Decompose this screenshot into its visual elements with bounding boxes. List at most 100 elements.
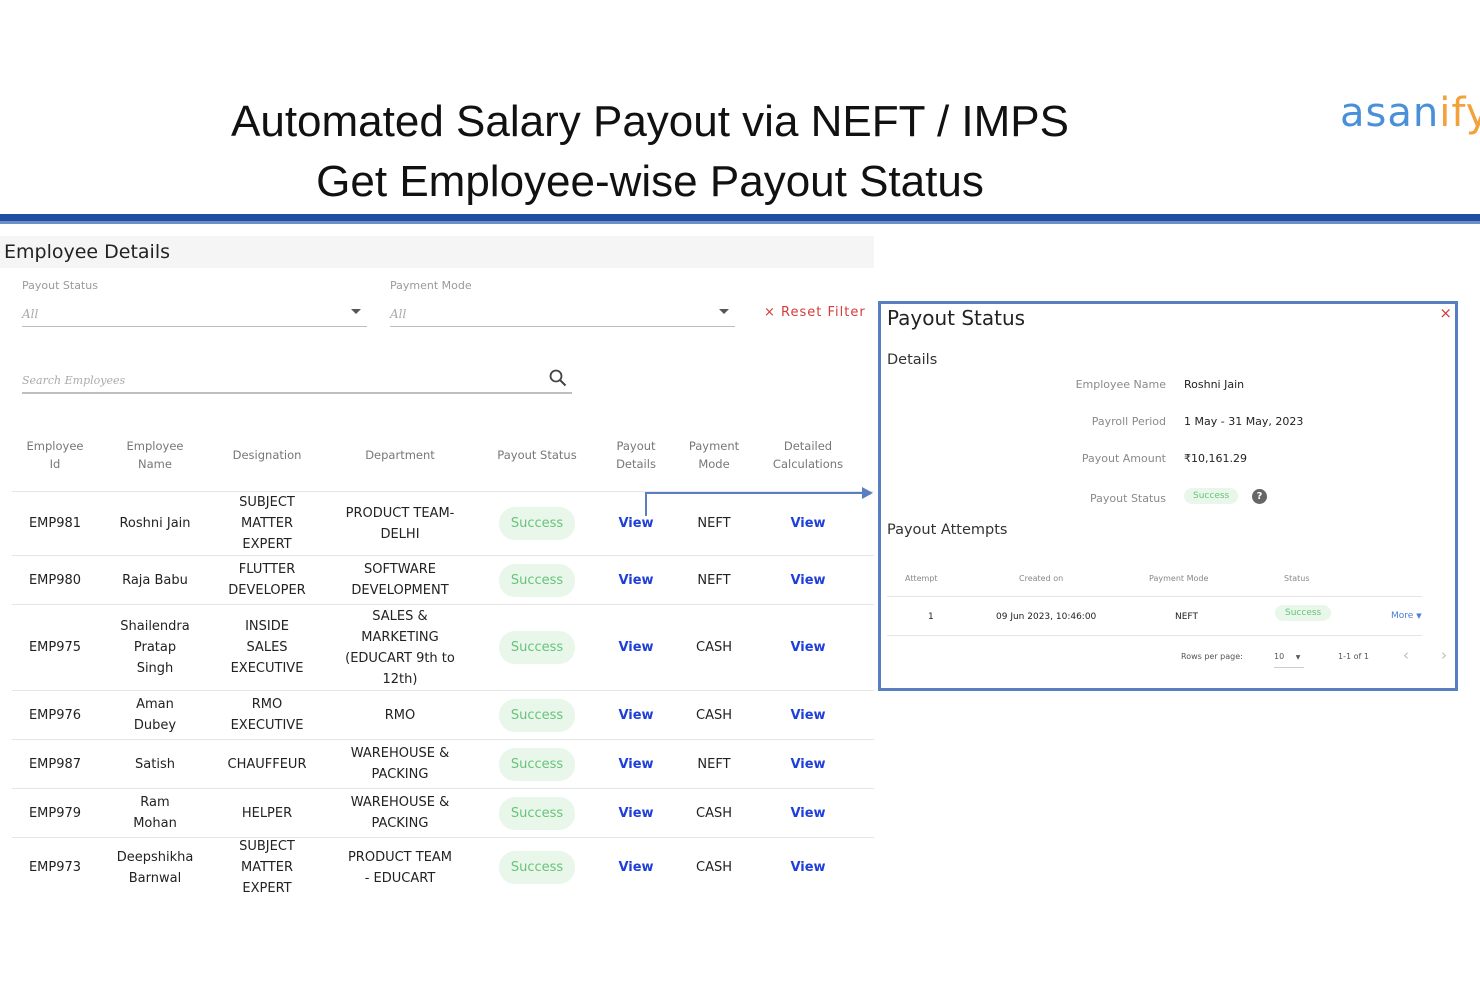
cell-status: Success	[487, 492, 587, 555]
help-icon[interactable]: ?	[1252, 489, 1267, 504]
column-header[interactable]: Employee Id	[15, 428, 95, 482]
cell-text: NEFT	[697, 572, 731, 588]
detail-value: ₹10,161.29	[1184, 452, 1247, 465]
close-icon[interactable]: ×	[1439, 304, 1452, 322]
view-calculations-link[interactable]: View	[790, 803, 825, 824]
cell-name: Aman Dubey	[105, 691, 205, 739]
table-row[interactable]: EMP975 Shailendra Pratap Singh INSIDE SALE…	[12, 604, 874, 690]
detail-value: 1 May - 31 May, 2023	[1184, 415, 1304, 428]
dialog-title: Payout Status	[887, 306, 1026, 330]
view-payout-details-link[interactable]: View	[618, 705, 653, 726]
cell-name: Shailendra Pratap Singh	[105, 605, 205, 690]
cell-details: View	[601, 492, 671, 555]
slide-title-line-1: Automated Salary Payout via NEFT / IMPS	[231, 97, 1069, 146]
cell-id: EMP987	[15, 740, 95, 788]
cell-calc: View	[758, 789, 858, 837]
payout-status-filter-label: Payout Status	[22, 279, 98, 292]
cell-department: RMO	[330, 691, 470, 739]
view-calculations-link[interactable]: View	[790, 513, 825, 534]
cell-details: View	[601, 691, 671, 739]
cell-status: Success	[487, 789, 587, 837]
detail-value: Roshni Jain	[1184, 378, 1245, 391]
column-header[interactable]: Payout Details	[601, 428, 671, 482]
view-calculations-link[interactable]: View	[790, 857, 825, 878]
asanify-logo: asanify	[1340, 90, 1480, 136]
cell-mode: CASH	[674, 605, 754, 690]
cell-details: View	[601, 605, 671, 690]
cell-id: EMP980	[15, 556, 95, 604]
more-label: More	[1391, 611, 1414, 621]
column-header: Status	[1284, 574, 1310, 583]
chevron-down-icon: ▼	[1295, 654, 1301, 661]
view-calculations-link[interactable]: View	[790, 570, 825, 591]
cell-details: View	[601, 740, 671, 788]
search-employees-field[interactable]: Search Employees	[22, 366, 572, 394]
payout-status-filter-value: All	[22, 307, 39, 321]
view-calculations-link[interactable]: View	[790, 637, 825, 658]
view-payout-details-link[interactable]: View	[618, 570, 653, 591]
table-row[interactable]: EMP979 Ram Mohan HELPER WAREHOUSE & PACKING…	[12, 788, 874, 837]
chevron-down-icon	[351, 309, 361, 314]
status-badge: Success	[1275, 605, 1332, 621]
cell-text: SALES & MARKETING (EDUCART 9th to 12th)	[345, 608, 455, 687]
column-header[interactable]: Designation	[212, 428, 322, 482]
next-page-icon[interactable]: ›	[1441, 646, 1447, 664]
cell-status: Success	[487, 605, 587, 690]
column-header[interactable]: Payout Status	[487, 428, 587, 482]
column-header[interactable]: Payment Mode	[674, 428, 754, 482]
table-row[interactable]: EMP976 Aman Dubey RMO EXECUTIVE RMO Success V…	[12, 690, 874, 739]
view-payout-details-link[interactable]: View	[618, 513, 653, 534]
previous-page-icon[interactable]: ‹	[1403, 646, 1409, 664]
cell-text: EMP976	[28, 707, 82, 723]
table-row[interactable]: EMP980 Raja Babu FLUTTER DEVELOPER SOFTWARE…	[12, 555, 874, 604]
view-calculations-link[interactable]: View	[790, 754, 825, 775]
column-header[interactable]: Detailed Calculations	[758, 428, 858, 482]
cell-text: Ram Mohan	[133, 795, 177, 831]
header-divider	[0, 214, 1480, 224]
table-row[interactable]: EMP981 Roshni Jain SUBJECT MATTER EXPERT PR…	[12, 491, 874, 555]
cell-text: CASH	[696, 640, 732, 655]
rows-per-page-select[interactable]: 10 ▼	[1274, 652, 1304, 668]
table-row[interactable]: EMP987 Satish CHAUFFEUR WAREHOUSE & PACKING…	[12, 739, 874, 788]
cell-text: Aman Dubey	[133, 697, 177, 733]
cell-id: EMP981	[15, 492, 95, 555]
cell-text: Satish	[135, 756, 175, 772]
search-icon[interactable]	[548, 368, 568, 388]
cell-text: RMO	[384, 707, 416, 723]
attempt-payment-mode: NEFT	[1175, 612, 1198, 622]
cell-id: EMP975	[15, 605, 95, 690]
connector-line	[645, 492, 647, 516]
cell-department: SALES & MARKETING (EDUCART 9th to 12th)	[330, 605, 470, 690]
column-header[interactable]: Employee Name	[105, 428, 205, 482]
details-heading: Details	[887, 352, 938, 368]
cell-department: WAREHOUSE & PACKING	[330, 789, 470, 837]
more-button[interactable]: More ▼	[1391, 611, 1422, 621]
view-payout-details-link[interactable]: View	[618, 754, 653, 775]
cell-details: View	[601, 789, 671, 837]
cell-text: EMP973	[28, 860, 82, 875]
cell-text: WAREHOUSE & PACKING	[350, 746, 450, 782]
cell-calc: View	[758, 492, 858, 555]
cell-text: Roshni Jain	[119, 516, 191, 531]
cell-status: Success	[487, 838, 587, 897]
payment-mode-filter[interactable]: All	[390, 301, 735, 327]
payout-status-filter[interactable]: All	[22, 301, 367, 327]
view-payout-details-link[interactable]: View	[618, 857, 653, 878]
attempt-number: 1	[928, 612, 934, 622]
view-calculations-link[interactable]: View	[790, 705, 825, 726]
view-payout-details-link[interactable]: View	[618, 637, 653, 658]
cell-text: PRODUCT TEAM- DELHI	[345, 505, 455, 542]
view-payout-details-link[interactable]: View	[618, 803, 653, 824]
cell-designation: INSIDE SALES EXECUTIVE	[212, 605, 322, 690]
table-row[interactable]: EMP973 Deepshikha Barnwal SUBJECT MATTER E…	[12, 837, 874, 897]
cell-text: EMP987	[28, 756, 82, 772]
column-header[interactable]: Department	[330, 428, 470, 482]
cell-text: NEFT	[697, 516, 731, 531]
cell-text: HELPER	[241, 805, 293, 821]
cell-designation: FLUTTER DEVELOPER	[212, 556, 322, 604]
status-badge: Success	[498, 563, 576, 597]
cell-text: SOFTWARE DEVELOPMENT	[351, 562, 449, 598]
reset-filter-button[interactable]: × Reset Filter	[764, 305, 866, 320]
payout-status-dialog: Payout Status × Details Employee Name Ro…	[878, 301, 1458, 691]
cell-text: Deepshikha Barnwal	[116, 849, 194, 886]
